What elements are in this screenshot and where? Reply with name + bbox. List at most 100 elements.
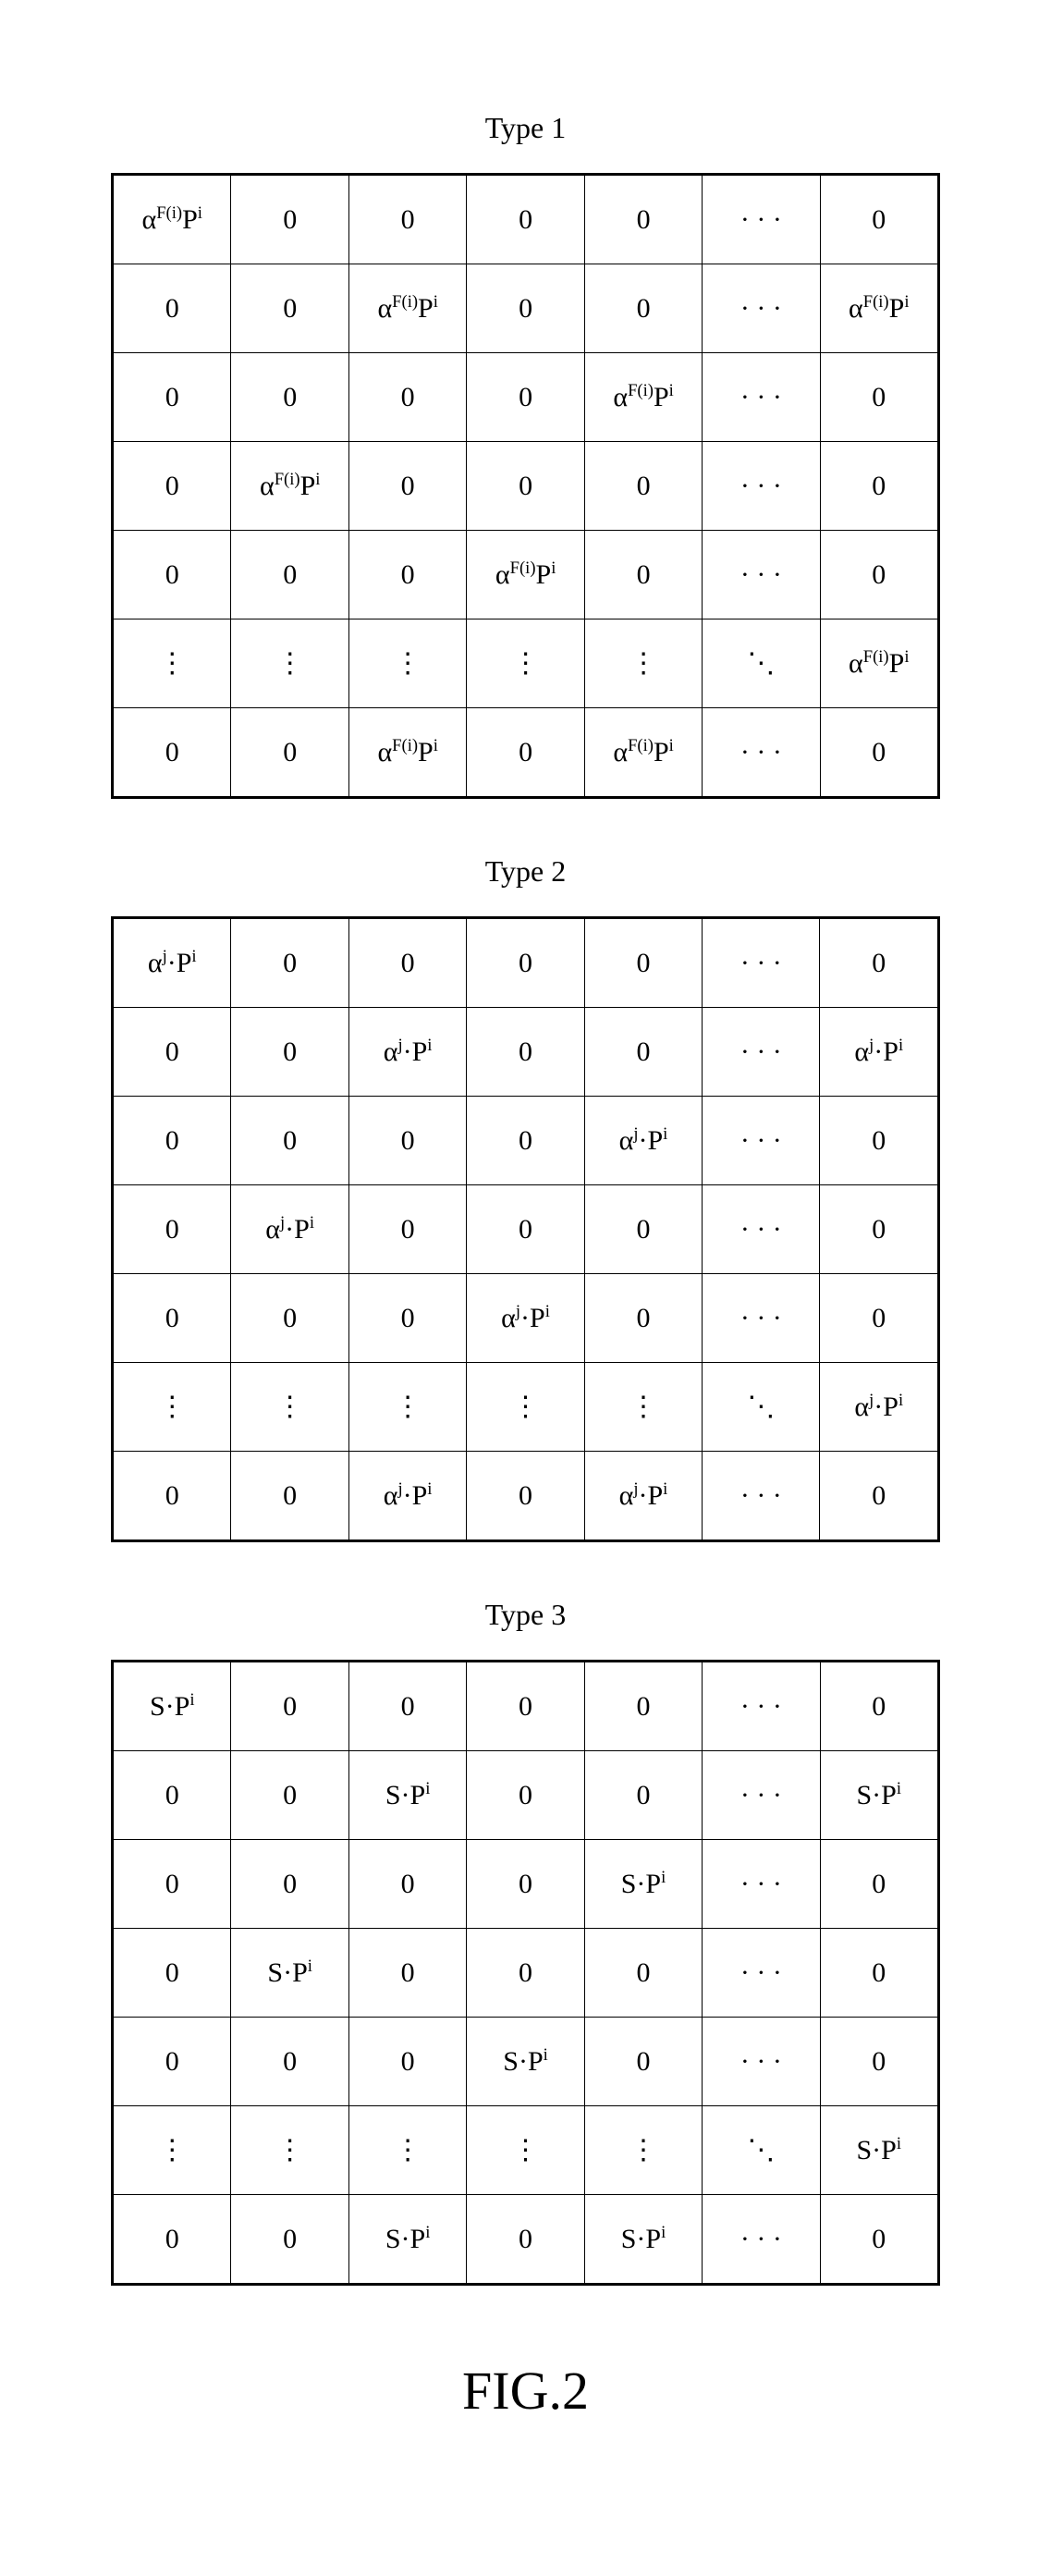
table-cell: 0 <box>231 1274 348 1363</box>
table-cell: αF(i)Pi <box>113 175 231 264</box>
table-cell: αF(i)Pi <box>584 353 702 442</box>
table-cell: ⋮ <box>467 619 584 708</box>
table-cell: 0 <box>584 1008 702 1097</box>
table-cell: αj·Pi <box>820 1008 939 1097</box>
table-cell: ⋮ <box>113 619 231 708</box>
table-cell: αF(i)Pi <box>348 708 466 798</box>
table-cell: 0 <box>584 1274 702 1363</box>
table-cell: S·Pi <box>584 1840 702 1929</box>
table-cell: 0 <box>113 2195 231 2285</box>
table-cell: · · · <box>703 1185 820 1274</box>
table-cell: ⋮ <box>467 1363 584 1452</box>
table-cell: 0 <box>584 1751 702 1840</box>
table-cell: · · · <box>703 2018 820 2106</box>
table-cell: 0 <box>231 264 348 353</box>
table-row: 00S·Pi0S·Pi· · ·0 <box>113 2195 939 2285</box>
table-cell: ⋮ <box>231 619 348 708</box>
table-row: ⋮⋮⋮⋮⋮⋱αF(i)Pi <box>113 619 939 708</box>
table-cell: αF(i)Pi <box>231 442 348 531</box>
table-cell: 0 <box>113 1751 231 1840</box>
table-cell: 0 <box>113 531 231 619</box>
table-cell: ⋮ <box>584 1363 702 1452</box>
table-cell: 0 <box>348 175 466 264</box>
table-cell: 0 <box>467 353 584 442</box>
table-cell: 0 <box>467 708 584 798</box>
table-cell: 0 <box>584 1185 702 1274</box>
matrix-table: S·Pi0000· · ·000S·Pi00· · ·S·Pi0000S·Pi·… <box>111 1660 940 2286</box>
matrix-table: αj·Pi0000· · ·000αj·Pi00· · ·αj·Pi0000αj… <box>111 916 940 1542</box>
matrix-table: αF(i)Pi0000· · ·000αF(i)Pi00· · ·αF(i)Pi… <box>111 173 940 799</box>
table-cell: · · · <box>703 1008 820 1097</box>
table-cell: ⋮ <box>348 1363 466 1452</box>
table-cell: 0 <box>113 1008 231 1097</box>
table-cell: 0 <box>467 1840 584 1929</box>
table-cell: · · · <box>703 1097 820 1185</box>
table-cell: 0 <box>467 1751 584 1840</box>
table-cell: αj·Pi <box>584 1452 702 1541</box>
table-cell: 0 <box>231 353 348 442</box>
table-cell: 0 <box>820 1274 939 1363</box>
table-row: ⋮⋮⋮⋮⋮⋱S·Pi <box>113 2106 939 2195</box>
table-cell: · · · <box>703 2195 820 2285</box>
table-row: 00αj·Pi00· · ·αj·Pi <box>113 1008 939 1097</box>
table-row: 0000αF(i)Pi· · ·0 <box>113 353 939 442</box>
table-row: 00αF(i)Pi00· · ·αF(i)Pi <box>113 264 939 353</box>
table-cell: 0 <box>820 2018 939 2106</box>
table-cell: 0 <box>113 1452 231 1541</box>
table-row: 0S·Pi000· · ·0 <box>113 1929 939 2018</box>
table-cell: 0 <box>348 353 466 442</box>
table-cell: 0 <box>467 175 584 264</box>
table-cell: 0 <box>231 2018 348 2106</box>
table-cell: 0 <box>584 442 702 531</box>
table-cell: αF(i)Pi <box>348 264 466 353</box>
table-cell: 0 <box>467 1185 584 1274</box>
table-cell: ⋱ <box>703 619 820 708</box>
table-cell: 0 <box>467 1662 584 1751</box>
table-cell: 0 <box>231 918 348 1008</box>
table-cell: 0 <box>113 1185 231 1274</box>
table-cell: S·Pi <box>467 2018 584 2106</box>
table-cell: 0 <box>820 1185 939 1274</box>
table-cell: 0 <box>820 708 939 798</box>
table-cell: 0 <box>348 2018 466 2106</box>
table-cell: 0 <box>584 531 702 619</box>
table-cell: 0 <box>467 264 584 353</box>
table-cell: 0 <box>113 708 231 798</box>
table-cell: · · · <box>703 918 820 1008</box>
table-cell: · · · <box>703 531 820 619</box>
table-cell: 0 <box>348 531 466 619</box>
table-cell: S·Pi <box>348 1751 466 1840</box>
table-cell: 0 <box>231 531 348 619</box>
table-cell: 0 <box>348 1929 466 2018</box>
table-cell: ⋮ <box>113 1363 231 1452</box>
table-cell: 0 <box>467 442 584 531</box>
table-row: 0αj·Pi000· · ·0 <box>113 1185 939 1274</box>
table-cell: ⋮ <box>231 1363 348 1452</box>
table-cell: αj·Pi <box>584 1097 702 1185</box>
table-cell: 0 <box>820 1452 939 1541</box>
table-cell: ⋮ <box>113 2106 231 2195</box>
table-cell: αF(i)Pi <box>820 264 939 353</box>
type-label: Type 2 <box>111 854 940 889</box>
table-cell: 0 <box>231 1008 348 1097</box>
table-cell: · · · <box>703 708 820 798</box>
table-cell: ⋱ <box>703 2106 820 2195</box>
table-row: S·Pi0000· · ·0 <box>113 1662 939 1751</box>
table-cell: αF(i)Pi <box>820 619 939 708</box>
table-row: 00αF(i)Pi0αF(i)Pi· · ·0 <box>113 708 939 798</box>
table-cell: 0 <box>820 531 939 619</box>
table-cell: 0 <box>113 1274 231 1363</box>
table-cell: ⋮ <box>467 2106 584 2195</box>
table-cell: ⋮ <box>348 2106 466 2195</box>
table-cell: 0 <box>113 353 231 442</box>
table-cell: · · · <box>703 1929 820 2018</box>
table-cell: 0 <box>820 1840 939 1929</box>
type-label: Type 3 <box>111 1598 940 1632</box>
table-cell: 0 <box>584 264 702 353</box>
table-cell: 0 <box>113 1929 231 2018</box>
table-cell: 0 <box>231 175 348 264</box>
table-cell: ⋱ <box>703 1363 820 1452</box>
matrices-container: Type 1αF(i)Pi0000· · ·000αF(i)Pi00· · ·α… <box>111 111 940 2286</box>
table-cell: 0 <box>584 918 702 1008</box>
table-cell: 0 <box>467 1097 584 1185</box>
